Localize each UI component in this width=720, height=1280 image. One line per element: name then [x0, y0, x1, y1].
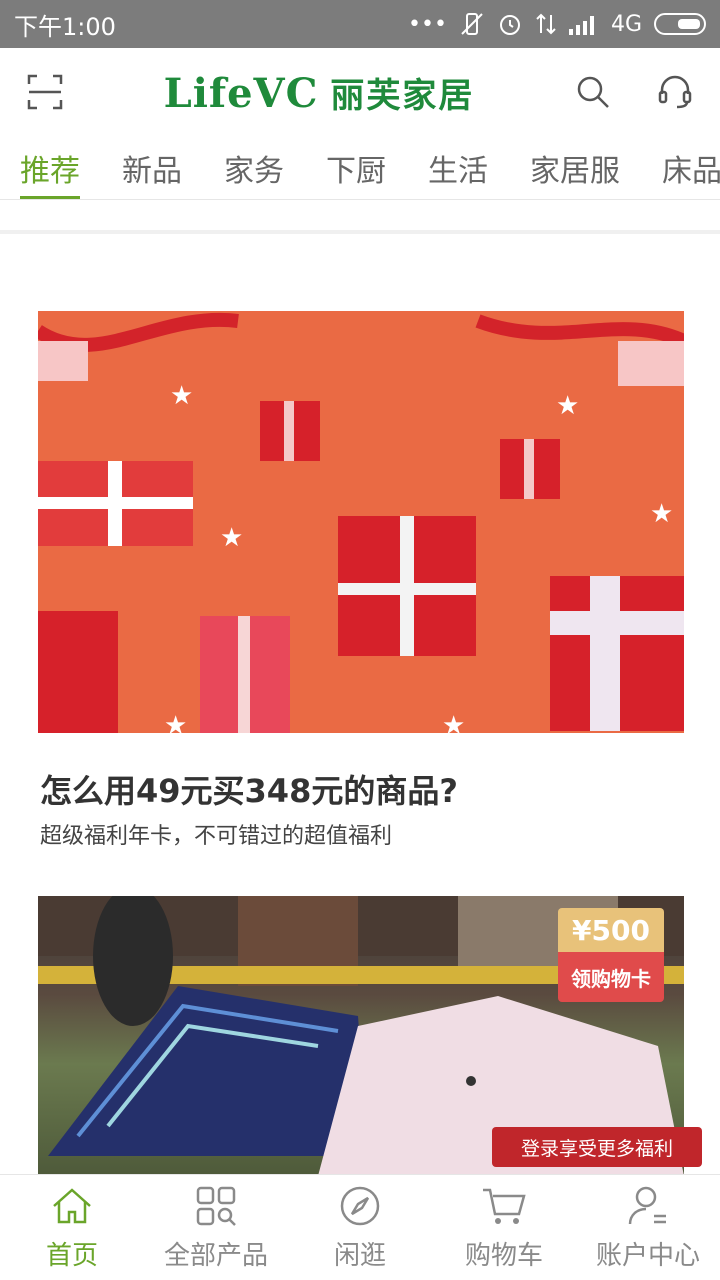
bottom-navigation: 首页 全部产品 闲逛 购物车 账户中心 — [0, 1174, 720, 1280]
status-bar: 下午1:00 ••• 4G — [0, 0, 720, 48]
battery-icon — [654, 13, 706, 35]
star-icon: ★ — [650, 499, 674, 529]
star-icon: ★ — [170, 381, 194, 411]
tab-homewear[interactable]: 家居服 — [530, 136, 620, 199]
login-tip-button[interactable]: 登录享受更多福利 — [492, 1127, 702, 1167]
star-icon: ★ — [164, 711, 188, 733]
nav-cart[interactable]: 购物车 — [432, 1175, 576, 1280]
nav-browse[interactable]: 闲逛 — [288, 1175, 432, 1280]
article-title[interactable]: 怎么用49元买348元的商品? — [40, 766, 458, 812]
scan-icon — [27, 74, 63, 110]
grid-search-icon — [193, 1183, 239, 1229]
star-icon: ★ — [556, 391, 580, 421]
tab-new[interactable]: 新品 — [122, 136, 182, 199]
customer-service-button[interactable] — [654, 71, 696, 113]
vibrate-off-icon — [459, 11, 485, 37]
nav-account[interactable]: 账户中心 — [576, 1175, 720, 1280]
nav-browse-label: 闲逛 — [333, 1241, 386, 1271]
search-icon — [577, 76, 609, 108]
brand-logo: LifeVC 丽芙家居 — [164, 68, 475, 117]
headset-icon — [658, 75, 692, 109]
logo-en: LifeVC — [163, 69, 319, 117]
signal-icon — [568, 13, 599, 35]
section-divider — [0, 230, 720, 234]
coupon-amount: ¥500 — [558, 908, 664, 952]
alarm-icon — [497, 11, 523, 37]
nav-all-products-label: 全部产品 — [163, 1241, 268, 1271]
data-transfer-icon — [535, 11, 557, 37]
article-subtitle: 超级福利年卡，不可错过的超值福利 — [40, 824, 393, 849]
user-icon — [625, 1183, 671, 1229]
nav-home[interactable]: 首页 — [0, 1175, 144, 1280]
tab-recommend[interactable]: 推荐 — [20, 136, 80, 199]
status-time: 下午1:00 — [14, 12, 116, 41]
nav-cart-label: 购物车 — [464, 1241, 543, 1271]
nav-account-label: 账户中心 — [595, 1241, 700, 1271]
more-dots-icon: ••• — [408, 11, 447, 37]
tab-bedding[interactable]: 床品 — [662, 136, 720, 199]
promo-banner-gifts[interactable]: ★ ★ ★ ★ ★ ★ — [38, 311, 684, 733]
scan-button[interactable] — [24, 71, 66, 113]
tab-living[interactable]: 生活 — [428, 136, 488, 199]
category-tabs: 推荐 新品 家务 下厨 生活 家居服 床品 — [0, 136, 720, 200]
status-icons: ••• 4G — [408, 11, 706, 37]
coupon-badge[interactable]: ¥500 领购物卡 — [558, 908, 664, 1002]
tab-kitchen[interactable]: 下厨 — [326, 136, 386, 199]
home-icon — [49, 1183, 95, 1229]
logo-cn: 丽芙家居 — [330, 75, 475, 116]
network-type: 4G — [610, 11, 642, 37]
coupon-label: 领购物卡 — [558, 952, 664, 1002]
tab-housework[interactable]: 家务 — [224, 136, 284, 199]
compass-icon — [337, 1183, 383, 1229]
cart-icon — [481, 1183, 527, 1229]
star-icon: ★ — [220, 523, 244, 553]
gift-illustration — [38, 312, 684, 733]
nav-home-label: 首页 — [45, 1241, 98, 1271]
star-icon: ★ — [442, 711, 466, 733]
search-button[interactable] — [572, 71, 614, 113]
nav-all-products[interactable]: 全部产品 — [144, 1175, 288, 1280]
app-header: LifeVC 丽芙家居 — [0, 48, 720, 136]
